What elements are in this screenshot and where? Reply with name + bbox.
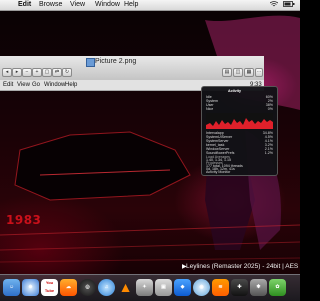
toolbar-button[interactable]: ▦ (244, 68, 254, 77)
zoom-in-icon[interactable]: + (32, 68, 42, 77)
popup-row-label: Nice (206, 107, 214, 111)
soundcloud-icon[interactable]: ☁ (60, 279, 77, 296)
menu-item-window[interactable]: Window (95, 0, 120, 10)
popup-row-value: 0% (267, 107, 273, 111)
finder-icon[interactable]: ☺ (3, 279, 20, 296)
menu-item-help[interactable]: Help (124, 0, 138, 10)
menu-item-browse[interactable]: Browse (39, 0, 62, 10)
toolbar-button[interactable]: ◂ (2, 68, 12, 77)
battery-icon[interactable] (283, 0, 295, 12)
wallpaper-year-text: 1983 (6, 213, 42, 227)
steam-icon[interactable]: ◎ (79, 279, 96, 296)
image-file-icon (86, 58, 95, 67)
menu-item-view[interactable]: View (70, 0, 85, 10)
toolbar-button[interactable]: ▢ (42, 68, 52, 77)
cpu-history-graph (206, 113, 273, 129)
activity-monitor-link[interactable]: Activity Monitor (206, 170, 230, 174)
wifi-icon[interactable] (269, 0, 279, 12)
preview-icon[interactable]: ▣ (155, 279, 172, 296)
toolbar-button[interactable]: ↻ (62, 68, 72, 77)
app-icon[interactable]: ✚ (231, 279, 248, 296)
activity-popup: Activity Idle 60% System 2% User 38% Nic… (201, 86, 278, 176)
zoom-out-icon[interactable]: − (22, 68, 32, 77)
window-menu-go[interactable]: Go (32, 80, 40, 90)
itunes-icon[interactable]: ♫ (98, 279, 115, 296)
window-menu-view[interactable]: View (17, 80, 30, 90)
window-menu-help[interactable]: Help (65, 80, 77, 90)
menu-item-edit[interactable]: Edit (18, 0, 31, 10)
menu-bar: Edit Browse View Window Help (0, 0, 300, 11)
toolbar-button[interactable]: ▤ (222, 68, 232, 77)
window-menu-window[interactable]: Window (44, 80, 65, 90)
app-icon[interactable]: ◆ (174, 279, 191, 296)
app-icon[interactable]: ✦ (136, 279, 153, 296)
app-icon[interactable]: ✱ (250, 279, 267, 296)
toolbar-button[interactable]: ◫ (233, 68, 243, 77)
youtube-icon[interactable]: You Tube (41, 279, 58, 296)
toolbar-button[interactable]: ⇄ (52, 68, 62, 77)
safari-icon[interactable]: ⊕ (22, 279, 39, 296)
app-icon[interactable]: ◉ (193, 279, 210, 296)
app-icon[interactable]: ✿ (269, 279, 286, 296)
window-menu-edit[interactable]: Edit (3, 80, 13, 90)
wifi-icon[interactable]: ≋ (212, 279, 229, 296)
vlc-icon[interactable]: ▲ (117, 279, 134, 296)
process-cpu: 1.2% (264, 151, 273, 155)
toolbar-button[interactable]: ⋯ (255, 68, 263, 77)
popup-heading: Activity (228, 89, 241, 93)
youtube-label: You Tube (44, 280, 55, 293)
window-title: Picture 2.png (95, 58, 137, 65)
toolbar-button[interactable]: ▸ (12, 68, 22, 77)
now-playing-text: Leylines (Remaster 2025) - 24bit | AES (186, 263, 299, 270)
